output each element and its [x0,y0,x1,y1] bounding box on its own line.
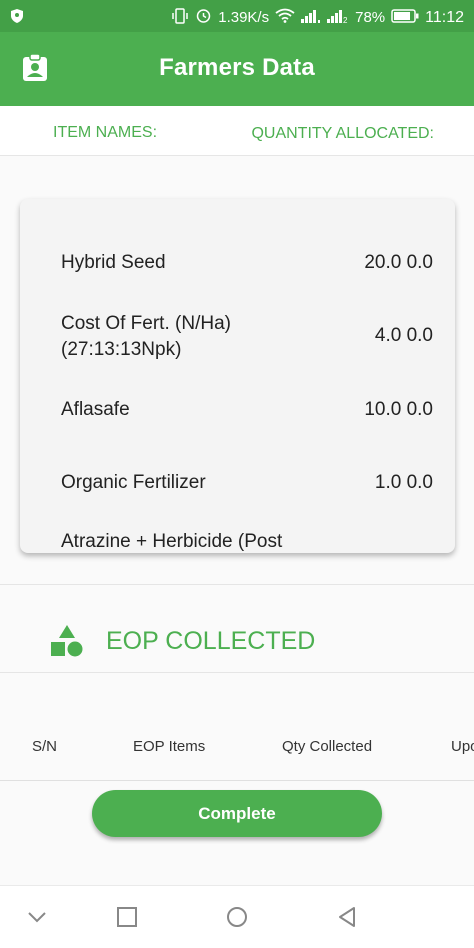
shield-icon [10,8,24,28]
alarm-icon [195,7,212,28]
system-nav-bar [0,885,474,948]
eop-title: EOP COLLECTED [106,627,316,655]
divider [0,780,474,781]
home-circle-icon[interactable] [226,906,248,933]
divider [0,672,474,673]
column-header-upo: Upo [451,738,474,755]
network-speed: 1.39K/s [218,9,270,26]
app-bar: Farmers Data [0,32,474,106]
items-card[interactable]: Hybrid Seed 20.0 0.0 Cost Of Fert. (N/Ha… [20,199,455,553]
clock-time: 11:12 [425,8,464,26]
page-title: Farmers Data [159,54,315,81]
back-triangle-icon[interactable] [336,906,358,933]
item-quantity: 4.0 0.0 [374,325,433,346]
complete-button[interactable]: Complete [92,790,382,837]
quantity-allocated-label: QUANTITY ALLOCATED: [251,125,434,142]
vibrate-icon [171,7,189,28]
item-quantity: 1.0 0.0 [374,472,433,493]
item-quantity: 20.0 0.0 [364,252,433,273]
items-header: ITEM NAMES: QUANTITY ALLOCATED: [0,106,474,156]
item-name: Organic Fertilizer [61,472,206,493]
recents-square-icon[interactable] [116,906,138,933]
divider [0,584,474,585]
item-name: Atrazine + Herbicide (Post [61,531,283,552]
shapes-icon [50,624,84,663]
battery-percent: 78% [355,9,386,26]
wifi-icon [275,8,295,27]
column-header-eop-items: EOP Items [133,738,206,755]
item-names-label: ITEM NAMES: [53,124,158,141]
chevron-down-icon[interactable] [26,906,48,933]
item-name: Cost Of Fert. (N/Ha) (27:13:13Npk) [61,313,231,360]
item-name: Aflasafe [61,399,130,420]
eop-table-header: S/N EOP Items Qty Collected Upo [0,730,474,760]
column-header-qty-collected: Qty Collected [282,738,373,755]
signal-icon-2: 2 [327,9,349,27]
eop-section: EOP COLLECTED [0,606,474,672]
battery-icon [391,8,419,27]
item-name: Hybrid Seed [61,252,166,273]
signal-icon-1 [301,9,321,27]
item-quantity: 10.0 0.0 [364,399,433,420]
column-header-sn: S/N [32,738,58,755]
status-bar: 1.39K/s 2 78% 11:12 [0,0,474,32]
svg-text:2: 2 [343,16,348,23]
